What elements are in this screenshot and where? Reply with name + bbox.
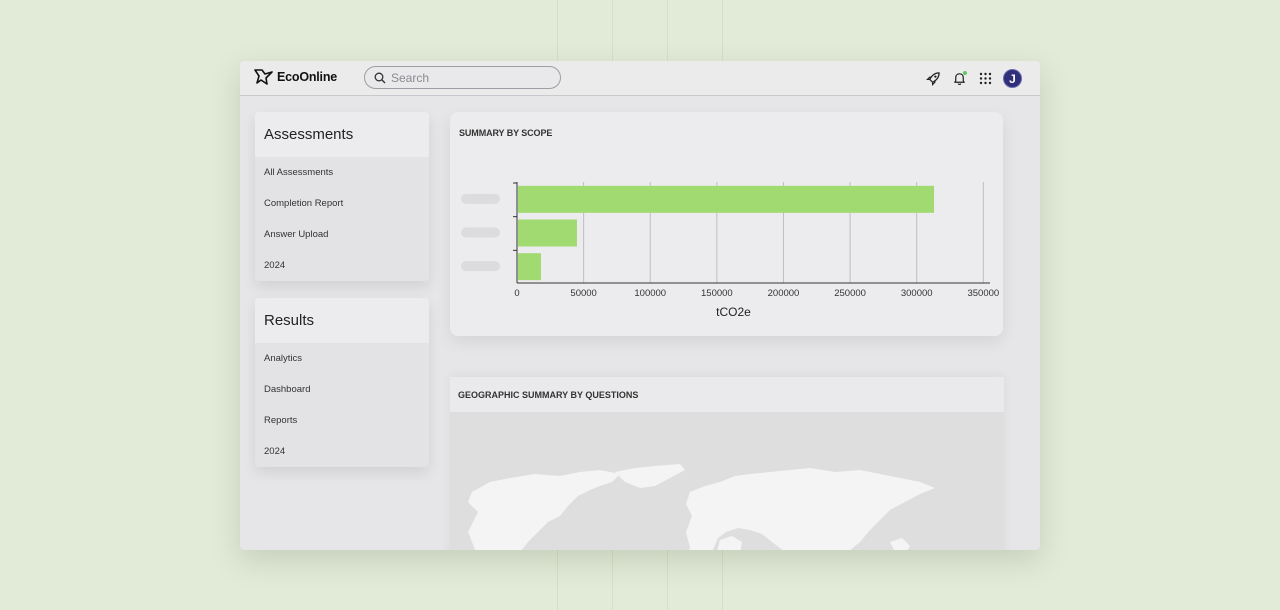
x-tick-label: 50000 — [570, 288, 596, 299]
bar — [518, 253, 541, 281]
top-bar: EcoOnline Search J — [240, 61, 1040, 96]
x-tick-label: 150000 — [701, 288, 733, 299]
sidebar-item-analytics[interactable]: Analytics — [255, 343, 429, 374]
category-label-placeholder — [461, 261, 500, 272]
results-heading: Results — [255, 298, 429, 343]
x-tick-label: 100000 — [634, 288, 666, 299]
geographic-summary-card: GEOGRAPHIC SUMMARY BY QUESTIONS — [450, 377, 1004, 550]
search-icon — [374, 72, 386, 84]
assessments-heading: Assessments — [255, 112, 429, 157]
category-label-placeholder — [461, 227, 500, 238]
search-input[interactable] — [389, 69, 553, 86]
bar — [518, 185, 935, 213]
x-tick-label: 0 — [514, 288, 519, 299]
rocket-icon[interactable] — [925, 71, 941, 87]
brand-name: EcoOnline — [277, 70, 338, 84]
search-box[interactable] — [364, 66, 561, 89]
logo-icon — [253, 66, 275, 88]
scope-bar-chart: 0 50000 100000 150000 200000 250000 300000 3500… — [461, 182, 999, 319]
bell-icon[interactable] — [951, 70, 967, 87]
sidebar-item-dashboard[interactable]: Dashboard — [255, 374, 429, 405]
x-axis-label: tCO2e — [716, 305, 751, 319]
sidebar-item-assessments-2024[interactable]: 2024 — [255, 250, 429, 281]
sidebar-item-answer-upload[interactable]: Answer Upload — [255, 219, 429, 250]
notification-dot — [963, 70, 967, 75]
results-panel: Results Analytics Dashboard Reports 2024 — [255, 298, 429, 467]
header-actions: J — [925, 69, 1022, 88]
brand-logo[interactable]: EcoOnline — [253, 66, 337, 88]
sidebar-item-reports[interactable]: Reports — [255, 405, 429, 436]
x-tick-label: 300000 — [901, 288, 933, 299]
summary-by-scope-card: SUMMARY BY SCOPE 0 50000 100000 150000 20000… — [450, 112, 1003, 336]
bar — [518, 219, 577, 247]
user-avatar[interactable]: J — [1003, 69, 1022, 88]
sidebar-item-completion-report[interactable]: Completion Report — [255, 188, 429, 219]
app-window: EcoOnline Search J Assessments All Asses… — [240, 61, 1040, 550]
sidebar-item-results-2024[interactable]: 2024 — [255, 436, 429, 467]
x-tick-label: 200000 — [768, 288, 800, 299]
category-label-placeholder — [461, 193, 500, 204]
assessments-panel: Assessments All Assessments Completion R… — [255, 112, 429, 281]
geo-title: GEOGRAPHIC SUMMARY BY QUESTIONS — [450, 377, 1004, 412]
world-map — [468, 464, 935, 550]
apps-grid-icon[interactable] — [977, 71, 993, 87]
x-tick-label: 350000 — [967, 288, 999, 299]
x-tick-label: 250000 — [834, 288, 866, 299]
sidebar-item-all-assessments[interactable]: All Assessments — [255, 157, 429, 188]
